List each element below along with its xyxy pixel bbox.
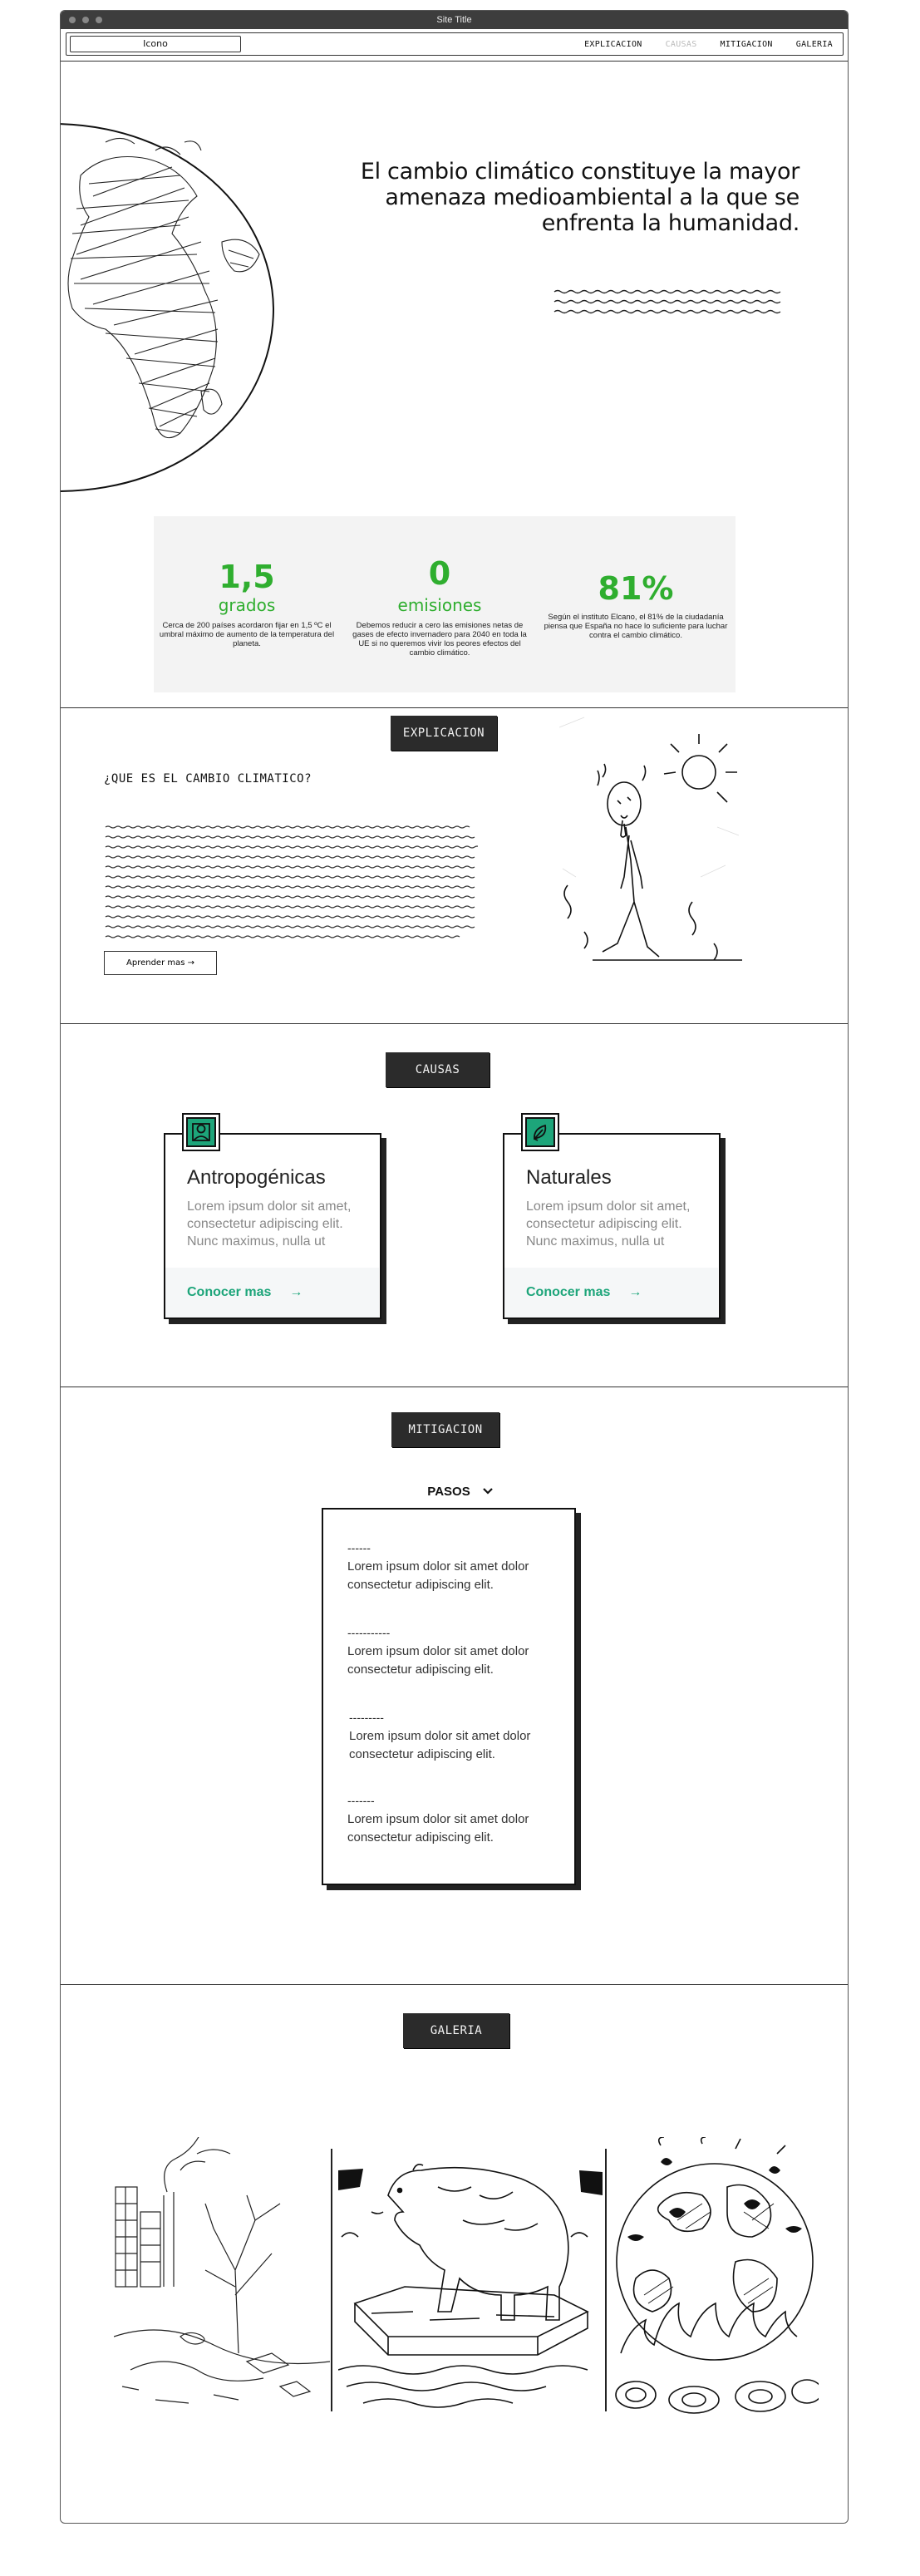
step-item: ------ Lorem ipsum dolor sit amet dolor … [347,1541,572,1594]
card-footer: Conocer mas → [165,1268,379,1318]
card-footer: Conocer mas → [504,1268,718,1318]
gallery-image-burning-earth[interactable] [611,2137,819,2418]
chevron-down-icon [482,1488,493,1495]
gallery-divider [331,2149,332,2411]
hero-headline: El cambio climático constituye la mayor … [360,159,799,236]
section-divider [61,707,848,708]
pasos-dropdown[interactable]: PASOS [406,1481,514,1501]
header-divider [61,61,848,62]
top-navbar: Icono EXPLICACION CAUSAS MITIGACION GALE… [66,32,844,56]
explicacion-chip: EXPLICACION [391,716,497,751]
window-controls [69,17,102,23]
globe-illustration [61,123,275,492]
gallery-image-polar-bear[interactable] [338,2137,603,2418]
step-text: Lorem ipsum dolor sit amet dolor consect… [347,1812,529,1845]
stat-description: Según el instituto Elcano, el 81% de la … [544,613,728,640]
conocer-mas-link[interactable]: Conocer mas [187,1285,271,1300]
galeria-chip: GALERIA [403,2013,509,2048]
stat-grados: 1,5 grados Cerca de 200 países acordaron… [154,559,340,648]
dropdown-label: PASOS [427,1484,470,1499]
stat-unit: emisiones [397,595,482,615]
card-icon-frame [521,1113,559,1151]
step-item: --------- Lorem ipsum dolor sit amet dol… [349,1711,573,1764]
gallery-divider [605,2149,607,2411]
learn-more-button[interactable]: Aprender mas → [104,951,217,975]
card-naturales: Naturales Lorem ipsum dolor sit amet, co… [503,1113,721,1319]
heatstroke-man-illustration [558,717,742,961]
explicacion-scribble-text [105,825,478,938]
maximize-dot-icon[interactable] [96,17,102,23]
card-icon-frame [182,1113,220,1151]
step-item: ------- Lorem ipsum dolor sit amet dolor… [347,1794,572,1847]
conocer-mas-link[interactable]: Conocer mas [526,1285,610,1300]
stat-description: Cerca de 200 países acordaron fijar en 1… [159,621,335,648]
arrow-right-icon[interactable]: → [289,1285,303,1300]
browser-window: Site Title Icono EXPLICACION CAUSAS MITI… [60,10,849,2524]
card-title: Naturales [526,1166,612,1189]
stat-description: Debemos reducir a cero las emisiones net… [352,621,527,658]
step-item: ----------- Lorem ipsum dolor sit amet d… [347,1626,572,1679]
section-divider [61,1023,848,1024]
gallery-image-deforestation[interactable] [114,2137,332,2418]
stat-number: 0 [428,555,451,592]
step-marker: --------- [349,1711,384,1724]
stats-panel: 1,5 grados Cerca de 200 países acordaron… [154,516,736,692]
step-marker: ------ [347,1541,371,1554]
window-title: Site Title [436,15,472,25]
stat-number: 1,5 [219,559,275,595]
card-antropogenicas: Antropogénicas Lorem ipsum dolor sit ame… [164,1113,381,1319]
title-bar: Site Title [61,11,848,29]
step-marker: ----------- [347,1626,391,1639]
nav-link-explicacion[interactable]: EXPLICACION [584,40,642,49]
nav-link-mitigacion[interactable]: MITIGACION [721,40,773,49]
leaf-icon [525,1117,555,1147]
stat-porcentaje: 81% Según el instituto Elcano, el 81% de… [543,571,729,640]
card-text: Lorem ipsum dolor sit amet, consectetur … [526,1199,691,1249]
close-dot-icon[interactable] [69,17,76,23]
arrow-right-icon[interactable]: → [628,1285,642,1300]
step-text: Lorem ipsum dolor sit amet dolor consect… [349,1729,531,1761]
causas-chip: CAUSAS [386,1052,490,1087]
mitigacion-chip: MITIGACION [391,1412,499,1447]
site-logo[interactable]: Icono [70,36,241,52]
step-text: Lorem ipsum dolor sit amet dolor consect… [347,1644,529,1677]
section-divider [61,1984,848,1985]
minimize-dot-icon[interactable] [82,17,89,23]
explicacion-question: ¿QUE ES EL CAMBIO CLIMATICO? [104,772,312,786]
person-icon [186,1117,216,1147]
card-title: Antropogénicas [187,1166,326,1189]
nav-links: EXPLICACION CAUSAS MITIGACION GALERIA [584,40,843,49]
steps-panel: ------ Lorem ipsum dolor sit amet dolor … [322,1508,576,1885]
hero-subtext-scribble [553,289,781,314]
step-text: Lorem ipsum dolor sit amet dolor consect… [347,1559,529,1592]
stat-unit: grados [218,595,276,615]
card-text: Lorem ipsum dolor sit amet, consectetur … [187,1199,352,1249]
step-marker: ------- [347,1794,375,1807]
stat-emisiones: 0 emisiones Debemos reducir a cero las e… [347,556,533,658]
nav-link-causas[interactable]: CAUSAS [666,40,697,49]
stat-number: 81% [598,570,674,607]
nav-link-galeria[interactable]: GALERIA [796,40,833,49]
